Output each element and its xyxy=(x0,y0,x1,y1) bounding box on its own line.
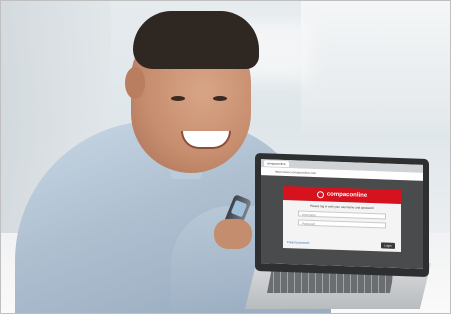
laptop-lid: compaconline https://www.compaconline.co… xyxy=(255,152,429,278)
username-field: Username xyxy=(298,210,386,220)
laptop-screen: compaconline https://www.compaconline.co… xyxy=(261,159,423,269)
photo-frame: compaconline https://www.compaconline.co… xyxy=(0,0,451,314)
password-field: Password xyxy=(298,219,386,229)
brand-logo-icon xyxy=(316,190,324,198)
login-panel: Please log in with your username and pas… xyxy=(283,199,401,253)
man-hand xyxy=(214,219,252,249)
login-button: Login xyxy=(381,242,395,249)
browser-tab: compaconline xyxy=(264,160,289,168)
right-eye xyxy=(213,96,227,101)
phone-screen xyxy=(230,199,248,218)
forgot-password-link: Forgot password xyxy=(287,240,310,245)
left-eye xyxy=(171,96,185,101)
brand-name: compaconline xyxy=(326,191,368,199)
man-hair xyxy=(133,11,259,69)
man-ear xyxy=(125,67,145,99)
background-window xyxy=(301,1,450,131)
